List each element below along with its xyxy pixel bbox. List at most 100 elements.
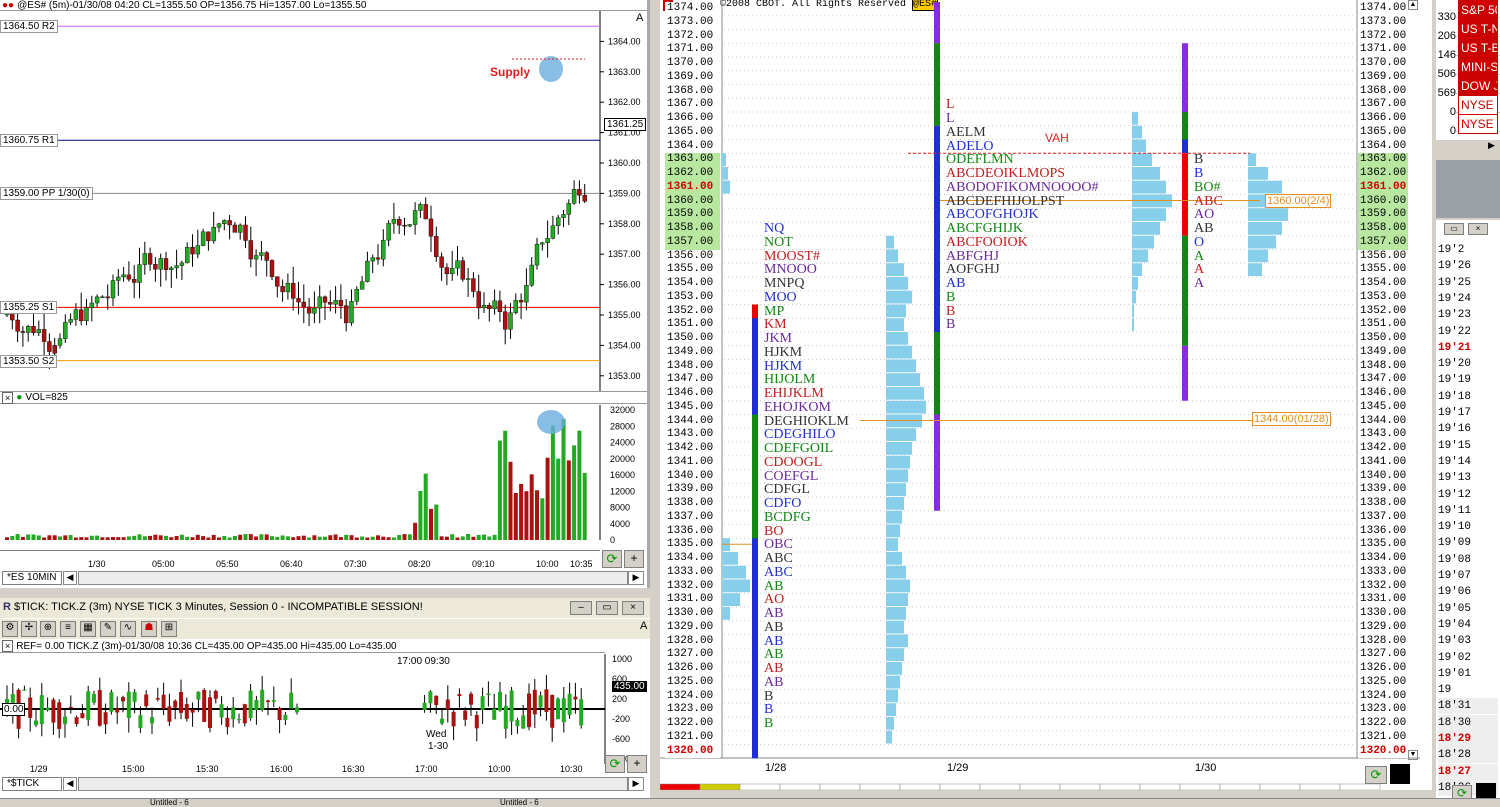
tick-time-label: 16:00 (270, 764, 293, 774)
session-bar (934, 414, 940, 511)
zoom-icon[interactable]: ⊕ (40, 621, 56, 637)
wave-icon[interactable]: ∿ (120, 621, 136, 637)
volume-bar (556, 458, 561, 540)
tick-candle (109, 692, 114, 712)
volume-bar (63, 535, 68, 540)
candle-body (206, 231, 211, 242)
es-tab[interactable]: *ES 10MIN (2, 571, 62, 585)
candle-body (211, 227, 216, 242)
candle-body (386, 223, 391, 241)
minimize-button[interactable]: – (570, 601, 592, 615)
candle-body (68, 319, 73, 323)
ts-restore-button[interactable]: ▭ (1444, 223, 1464, 235)
grid-icon[interactable]: ⊞ (161, 621, 177, 637)
settings-icon[interactable]: ⚙ (2, 621, 18, 637)
tick-candle (74, 717, 79, 725)
volume-bar (535, 490, 539, 540)
tpo-row: ABODOFIKOMNOOOO# (946, 179, 1099, 195)
scroll-left-icon[interactable]: ◀ (63, 571, 77, 585)
tick-scroll-right-icon[interactable]: ▶ (628, 777, 644, 791)
price-row: 1347.00 (665, 373, 720, 387)
volume-bar (264, 534, 269, 540)
restore-button[interactable]: ▭ (596, 601, 618, 615)
time-sales-panel[interactable]: ▭ × 19'2 19'26 19'25 19'24 19'23 19'22 19'21 19… (1436, 220, 1500, 800)
refresh-button[interactable]: ⟳ (602, 550, 622, 568)
session-bar (752, 318, 758, 429)
quotes-panel[interactable]: 330S&P 50206US T-NO146US T-BO506MINI-SIZ… (1436, 0, 1500, 140)
volume-bar (126, 536, 131, 540)
time-sales-row: 19'21 (1438, 339, 1498, 356)
volume-bar (439, 536, 444, 540)
candle-body (63, 322, 68, 339)
volume-bar (503, 430, 508, 540)
candle-body (89, 302, 95, 308)
scroll-down-icon[interactable]: ▼ (1408, 750, 1418, 760)
close-button[interactable]: × (622, 601, 644, 615)
tpo-row: A (1194, 262, 1205, 278)
supply-highlight (539, 56, 563, 82)
price-row-right: 1367.00 (1358, 98, 1408, 112)
tick-candle (579, 699, 584, 726)
market-profile-window[interactable]: 1 ©2008 CBOT. All Rights Reserved @ES# 1… (660, 0, 1432, 790)
tick-chart[interactable]: 1000600200-200-600-1000 (0, 654, 650, 768)
tick-scrollbar[interactable] (78, 777, 628, 791)
volume-profile-bar (886, 304, 906, 318)
candle-body (280, 286, 285, 293)
tick-scroll-left-icon[interactable]: ◀ (63, 777, 77, 791)
volume-profile-bar (886, 579, 910, 593)
close-icon[interactable]: × (2, 391, 14, 404)
scroll-right-icon[interactable]: ▶ (628, 571, 644, 585)
volume-bar (344, 534, 349, 540)
session-color-swatch (1179, 783, 1221, 790)
tick-y-label: 1000 (612, 654, 632, 664)
add-button[interactable]: + (624, 550, 644, 568)
tpo-row: CDOOGL (764, 454, 823, 470)
profile-refresh-button[interactable]: ⟳ (1365, 766, 1387, 784)
tick-candle (283, 714, 288, 721)
tpo-row: ABFGHJ (946, 248, 999, 264)
tick-add-button[interactable]: + (627, 755, 647, 773)
es-chart-window[interactable]: ●● @ES# (5m)-01/30/08 04:20 CL=1355.50 O… (0, 0, 650, 588)
scrollbar[interactable] (78, 571, 628, 585)
session-color-swatch (660, 783, 701, 790)
tick-candle (92, 694, 96, 703)
volume-bar (132, 535, 137, 540)
volume-bar (397, 534, 402, 540)
draw-icon[interactable]: ✎ (100, 621, 116, 637)
tick-candle (68, 706, 73, 709)
volume-bar (105, 537, 110, 540)
ts-close-button[interactable]: × (1468, 223, 1488, 235)
price-row: 1358.00 (665, 222, 720, 236)
volume-bar (487, 536, 492, 540)
tick-chart-window[interactable]: R $TICK: TICK.Z (3m) NYSE TICK 3 Minutes… (0, 598, 650, 798)
session-color-swatch (1219, 783, 1261, 790)
scroll-up-icon[interactable]: ▲ (1408, 0, 1418, 10)
vol-header-text: VOL=825 (25, 392, 68, 403)
candle-body (243, 224, 248, 241)
close-small-icon[interactable]: × (2, 640, 14, 652)
lock-icon[interactable]: ✢ (21, 621, 37, 637)
vol-tick-label: 20000 (610, 454, 635, 464)
tick-refresh-button[interactable]: ⟳ (605, 755, 625, 773)
volume-bar (142, 536, 147, 540)
tick-tab[interactable]: *$TICK (2, 777, 62, 791)
volume-bar (36, 535, 41, 540)
price-row-right: 1354.00 (1358, 277, 1408, 291)
tick-toolbar: ⚙ ✢ ⊕ ≡ ▦ ✎ ∿ ☗ ⊞ (0, 619, 650, 639)
quotes-arrow-icon[interactable]: ▶ (1488, 140, 1495, 151)
es-price-chart[interactable]: 1364.001363.001362.001361.001360.001359.… (0, 11, 650, 391)
candle-body (253, 255, 259, 260)
price-row-right: 1361.00 (1358, 180, 1408, 195)
volume-bar (391, 537, 396, 540)
list-icon[interactable]: ≡ (60, 621, 76, 637)
volume-bar (476, 534, 481, 540)
chart-icon[interactable]: ▦ (80, 621, 96, 637)
price-row: 1330.00 (665, 607, 720, 621)
price-row: 1353.00 (665, 290, 720, 305)
level-label: 1364.50 R2 (0, 20, 58, 34)
person-icon[interactable]: ☗ (141, 621, 157, 637)
price-row: 1321.00 (665, 730, 720, 745)
candle-body (434, 236, 439, 257)
volume-chart[interactable]: 32000 28000 24000 20000 16000 12000 8000 4000 0 (0, 405, 650, 550)
session-bar (1182, 43, 1188, 112)
